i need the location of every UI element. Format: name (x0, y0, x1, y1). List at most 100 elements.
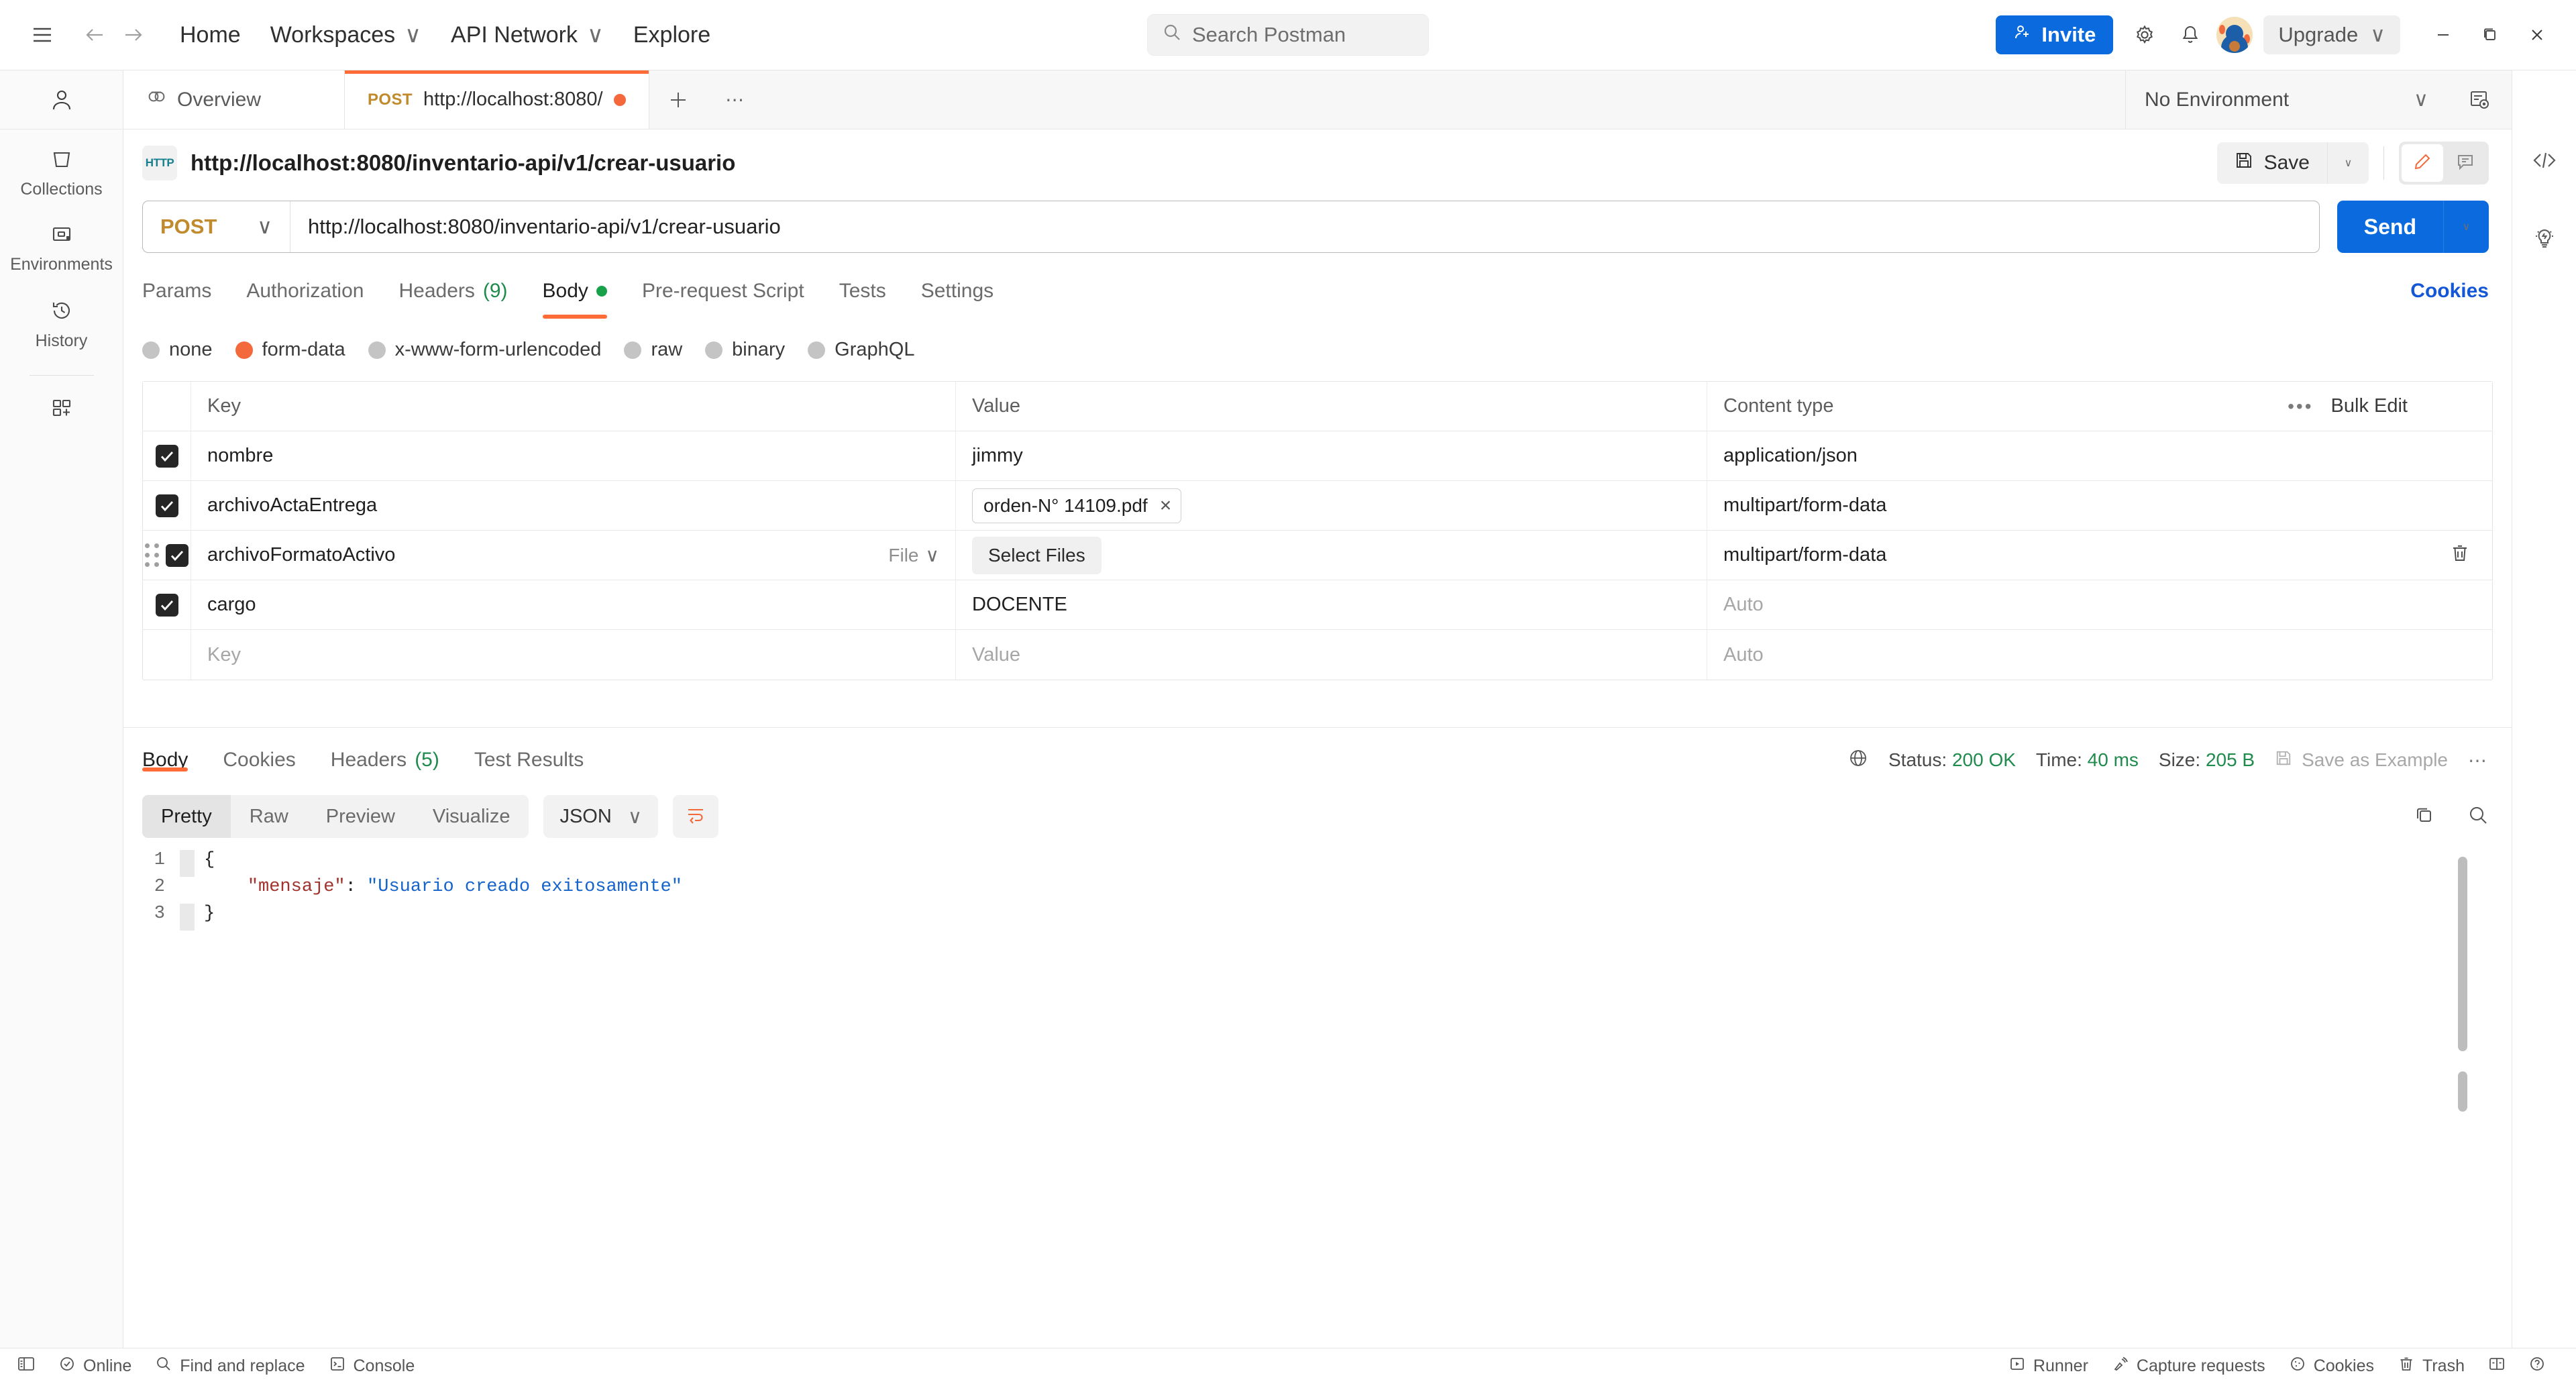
sidebar-item-profile[interactable] (0, 70, 123, 129)
row-key-cell[interactable]: archivoFormatoActivo File ∨ (191, 531, 956, 580)
select-files-button[interactable]: Select Files (972, 536, 1102, 574)
layout-toggle-button[interactable] (2477, 1356, 2517, 1376)
wrap-lines-button[interactable] (673, 795, 719, 838)
tab-tests[interactable]: Tests (822, 270, 904, 312)
close-button[interactable] (2517, 15, 2557, 54)
row-content-type-cell[interactable]: Auto (1707, 580, 2428, 629)
response-tab-headers[interactable]: Headers (5) (313, 739, 457, 781)
tab-params[interactable]: Params (142, 270, 229, 312)
comment-mode-button[interactable] (2445, 144, 2486, 182)
arrow-right-icon[interactable] (114, 15, 153, 54)
tab-pre-request-script[interactable]: Pre-request Script (625, 270, 822, 312)
response-tab-body[interactable]: Body (142, 739, 205, 781)
edit-mode-button[interactable] (2402, 144, 2443, 182)
row-value-cell[interactable]: Value (956, 630, 1707, 680)
row-value-cell[interactable]: orden-N° 14109.pdf × (956, 481, 1707, 530)
row-key-cell[interactable]: archivoActaEntrega (191, 481, 956, 530)
nav-link-explore[interactable]: Explore (619, 15, 725, 54)
view-mode-visualize[interactable]: Visualize (414, 795, 529, 838)
tab-headers[interactable]: Headers (9) (381, 270, 525, 312)
runner-button[interactable]: Runner (2006, 1356, 2100, 1377)
maximize-button[interactable] (2470, 15, 2510, 54)
row-key-cell[interactable]: cargo (191, 580, 956, 629)
code-snippet-icon[interactable] (2532, 150, 2557, 174)
row-key-cell[interactable]: nombre (191, 431, 956, 480)
cookies-button[interactable]: Cookies (2277, 1356, 2386, 1377)
row-checkbox[interactable] (166, 543, 189, 567)
upgrade-button[interactable]: Upgrade ∨ (2263, 15, 2400, 54)
response-tab-test-results[interactable]: Test Results (457, 739, 601, 781)
row-content-type-cell[interactable]: Auto (1707, 630, 2428, 680)
response-more-button[interactable]: ⋯ (2468, 749, 2489, 771)
environment-quicklook-icon[interactable] (2447, 70, 2512, 129)
trash-button[interactable]: Trash (2386, 1356, 2477, 1377)
view-mode-preview[interactable]: Preview (307, 795, 414, 838)
row-content-type-cell[interactable]: multipart/form-data (1707, 531, 2428, 580)
row-grip-cell[interactable] (143, 531, 191, 580)
global-search[interactable]: Search Postman (1147, 14, 1429, 56)
file-chip[interactable]: orden-N° 14109.pdf × (972, 488, 1182, 523)
cookies-link[interactable]: Cookies (2410, 280, 2489, 303)
view-mode-pretty[interactable]: Pretty (142, 795, 231, 838)
nav-link-home[interactable]: Home (165, 15, 256, 54)
send-button[interactable]: Send (2337, 201, 2443, 253)
tab-body[interactable]: Body (525, 270, 625, 319)
lightbulb-icon[interactable] (2532, 225, 2557, 254)
row-value-cell[interactable]: Select Files (956, 531, 1707, 580)
tab-options-button[interactable]: ⋯ (706, 70, 765, 129)
body-type-none[interactable]: none (142, 339, 235, 361)
minimize-button[interactable] (2423, 15, 2463, 54)
row-key-cell[interactable]: Key (191, 630, 956, 680)
send-options-button[interactable]: ∨ (2443, 201, 2489, 253)
row-checkbox[interactable] (155, 444, 178, 468)
body-type-graphql[interactable]: GraphQL (808, 339, 937, 361)
tab-overview[interactable]: Overview (123, 70, 345, 129)
environment-selector[interactable]: No Environment ∨ (2125, 70, 2447, 129)
tab-request-post[interactable]: POST http://localhost:8080/ (345, 70, 649, 129)
close-icon[interactable]: × (1160, 495, 1172, 516)
body-type-raw[interactable]: raw (624, 339, 705, 361)
row-checkbox[interactable] (155, 593, 178, 617)
row-type-selector[interactable]: File ∨ (888, 544, 939, 566)
sidebar-item-history[interactable]: History (0, 281, 123, 358)
tab-settings[interactable]: Settings (904, 270, 1011, 312)
find-and-replace-button[interactable]: Find and replace (144, 1356, 317, 1377)
row-value-cell[interactable]: DOCENTE (956, 580, 1707, 629)
drag-handle-icon[interactable] (145, 543, 159, 567)
response-tab-cookies[interactable]: Cookies (205, 739, 313, 781)
new-tab-button[interactable] (649, 70, 707, 129)
copy-icon[interactable] (2414, 804, 2435, 829)
row-content-type-cell[interactable]: multipart/form-data (1707, 481, 2428, 530)
ellipsis-icon[interactable]: ••• (2288, 396, 2313, 417)
online-status[interactable]: Online (47, 1356, 144, 1377)
sidebar-item-environments[interactable]: Environments (0, 206, 123, 281)
search-input[interactable]: Search Postman (1147, 14, 1429, 56)
save-button[interactable]: Save (2216, 142, 2327, 184)
response-format-selector[interactable]: JSON ∨ (543, 795, 659, 838)
row-value-cell[interactable]: jimmy (956, 431, 1707, 480)
sidebar-toggle-button[interactable] (15, 1356, 47, 1377)
help-button[interactable] (2517, 1356, 2557, 1377)
row-content-type-cell[interactable]: application/json (1707, 431, 2428, 480)
avatar[interactable] (2216, 17, 2253, 53)
menu-icon[interactable] (23, 15, 62, 54)
body-type-form-data[interactable]: form-data (235, 339, 368, 361)
console-button[interactable]: Console (317, 1356, 427, 1377)
arrow-left-icon[interactable] (75, 15, 114, 54)
nav-link-api-network[interactable]: API Network ∨ (436, 15, 619, 54)
scrollbar-thumb[interactable] (2458, 1071, 2467, 1112)
body-type-urlencoded[interactable]: x-www-form-urlencoded (368, 339, 625, 361)
view-mode-raw[interactable]: Raw (231, 795, 307, 838)
save-as-example-button[interactable]: Save as Example (2275, 749, 2448, 771)
body-type-binary[interactable]: binary (705, 339, 808, 361)
search-icon[interactable] (2467, 804, 2489, 829)
scrollbar-thumb[interactable] (2458, 857, 2467, 1051)
fold-gutter[interactable] (180, 850, 195, 877)
sidebar-item-new[interactable] (0, 380, 123, 429)
gear-icon[interactable] (2125, 15, 2164, 54)
method-selector[interactable]: POST ∨ (143, 201, 290, 252)
nav-link-workspaces[interactable]: Workspaces ∨ (256, 15, 436, 54)
bulk-edit-button[interactable]: Bulk Edit (2331, 395, 2408, 417)
tab-authorization[interactable]: Authorization (229, 270, 381, 312)
trash-icon[interactable] (2451, 543, 2469, 567)
